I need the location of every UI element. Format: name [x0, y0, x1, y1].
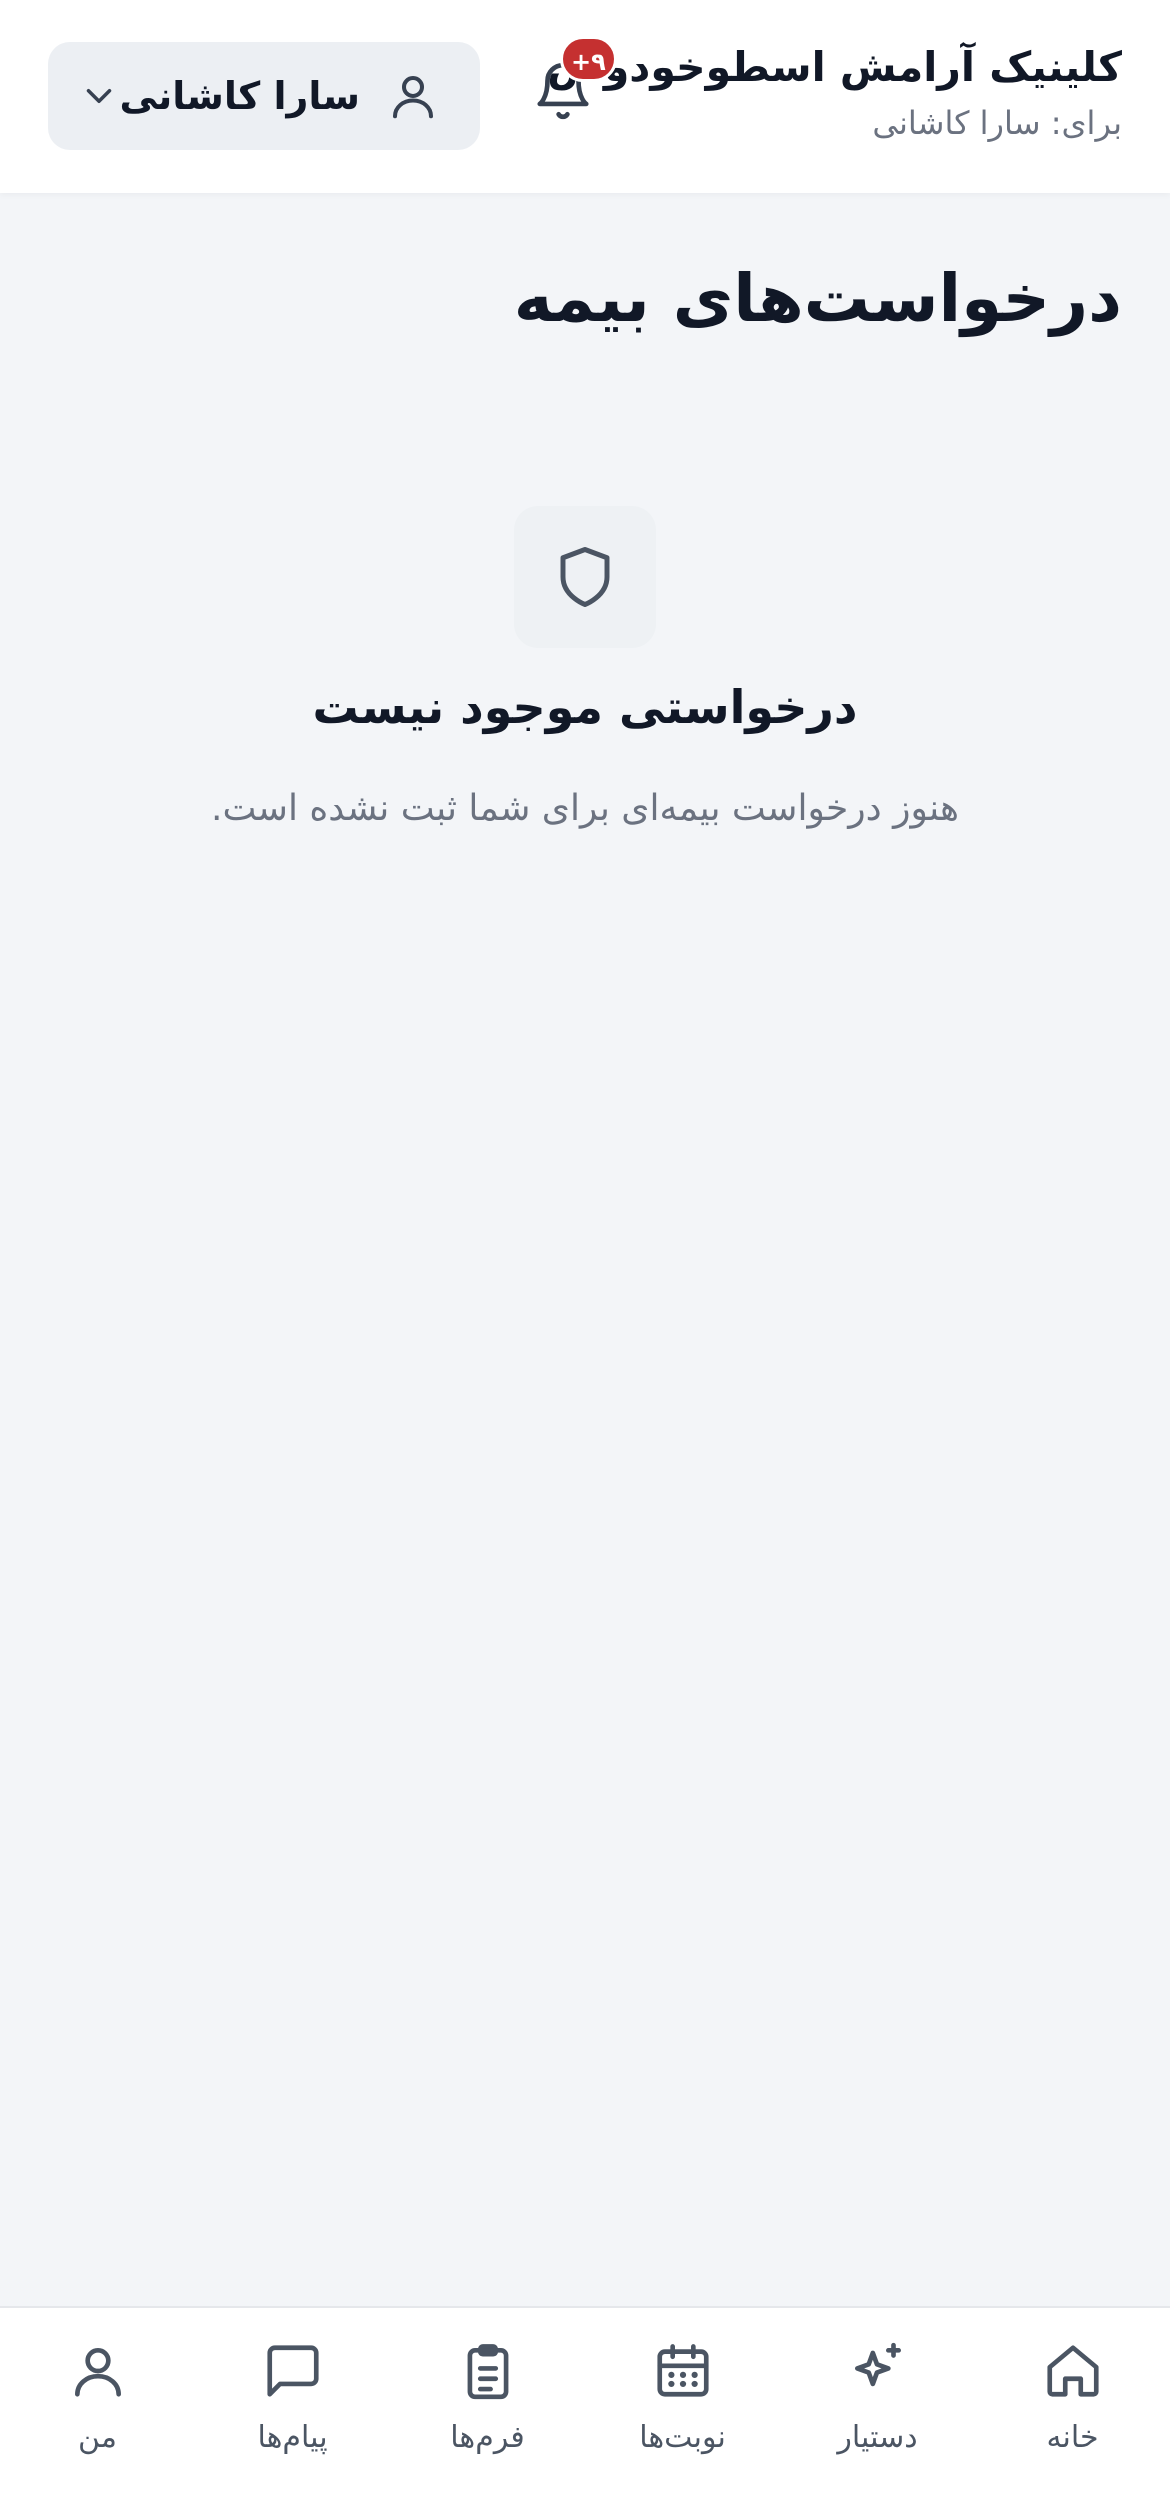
empty-state-subtitle: هنوز درخواست بیمه‌ای برای شما ثبت نشده ا… — [211, 788, 959, 829]
nav-label: خانه — [1046, 2420, 1099, 2455]
chevron-down-icon — [78, 75, 120, 117]
top-header: کلینیک آرامش اسطوخودوس برای: سارا کاشانی… — [0, 0, 1170, 193]
calendar-icon — [656, 2344, 709, 2397]
notifications-button[interactable]: ۹+ — [524, 36, 617, 130]
nav-label: دستیار — [837, 2420, 918, 2455]
clinic-info: کلینیک آرامش اسطوخودوس برای: سارا کاشانی — [547, 38, 1122, 146]
nav-item-appointments[interactable]: نوبت‌ها — [585, 2308, 780, 2496]
user-switcher-name: سارا کاشانی — [119, 74, 361, 118]
nav-label: نوبت‌ها — [639, 2420, 726, 2455]
shield-icon — [560, 547, 610, 607]
bottom-nav: خانه دستیار نوبت‌ها فرم‌ها — [0, 2306, 1170, 2496]
home-icon — [1046, 2345, 1099, 2397]
empty-state-title: درخواستی موجود نیست — [312, 680, 858, 734]
app-root: کلینیک آرامش اسطوخودوس برای: سارا کاشانی… — [0, 0, 1170, 2496]
user-icon — [74, 2348, 121, 2397]
clinic-name: کلینیک آرامش اسطوخودوس — [547, 43, 1122, 91]
page-title: درخواست‌های بیمه — [513, 260, 1122, 337]
nav-item-assistant[interactable]: دستیار — [780, 2308, 975, 2496]
clipboard-icon — [467, 2344, 508, 2400]
nav-item-forms[interactable]: فرم‌ها — [390, 2308, 585, 2496]
message-icon — [266, 2345, 319, 2397]
nav-label: من — [78, 2420, 117, 2455]
notification-badge: ۹+ — [560, 36, 617, 82]
user-switcher[interactable]: سارا کاشانی — [48, 42, 480, 150]
user-icon — [386, 69, 440, 123]
nav-item-me[interactable]: من — [0, 2308, 195, 2496]
nav-item-home[interactable]: خانه — [975, 2308, 1170, 2496]
nav-label: پیام‌ها — [257, 2420, 328, 2455]
empty-state-icon-box — [514, 506, 656, 648]
nav-item-messages[interactable]: پیام‌ها — [195, 2308, 390, 2496]
sparkles-icon — [854, 2342, 901, 2387]
nav-label: فرم‌ها — [450, 2420, 525, 2455]
patient-for-label: برای: سارا کاشانی — [872, 104, 1122, 142]
